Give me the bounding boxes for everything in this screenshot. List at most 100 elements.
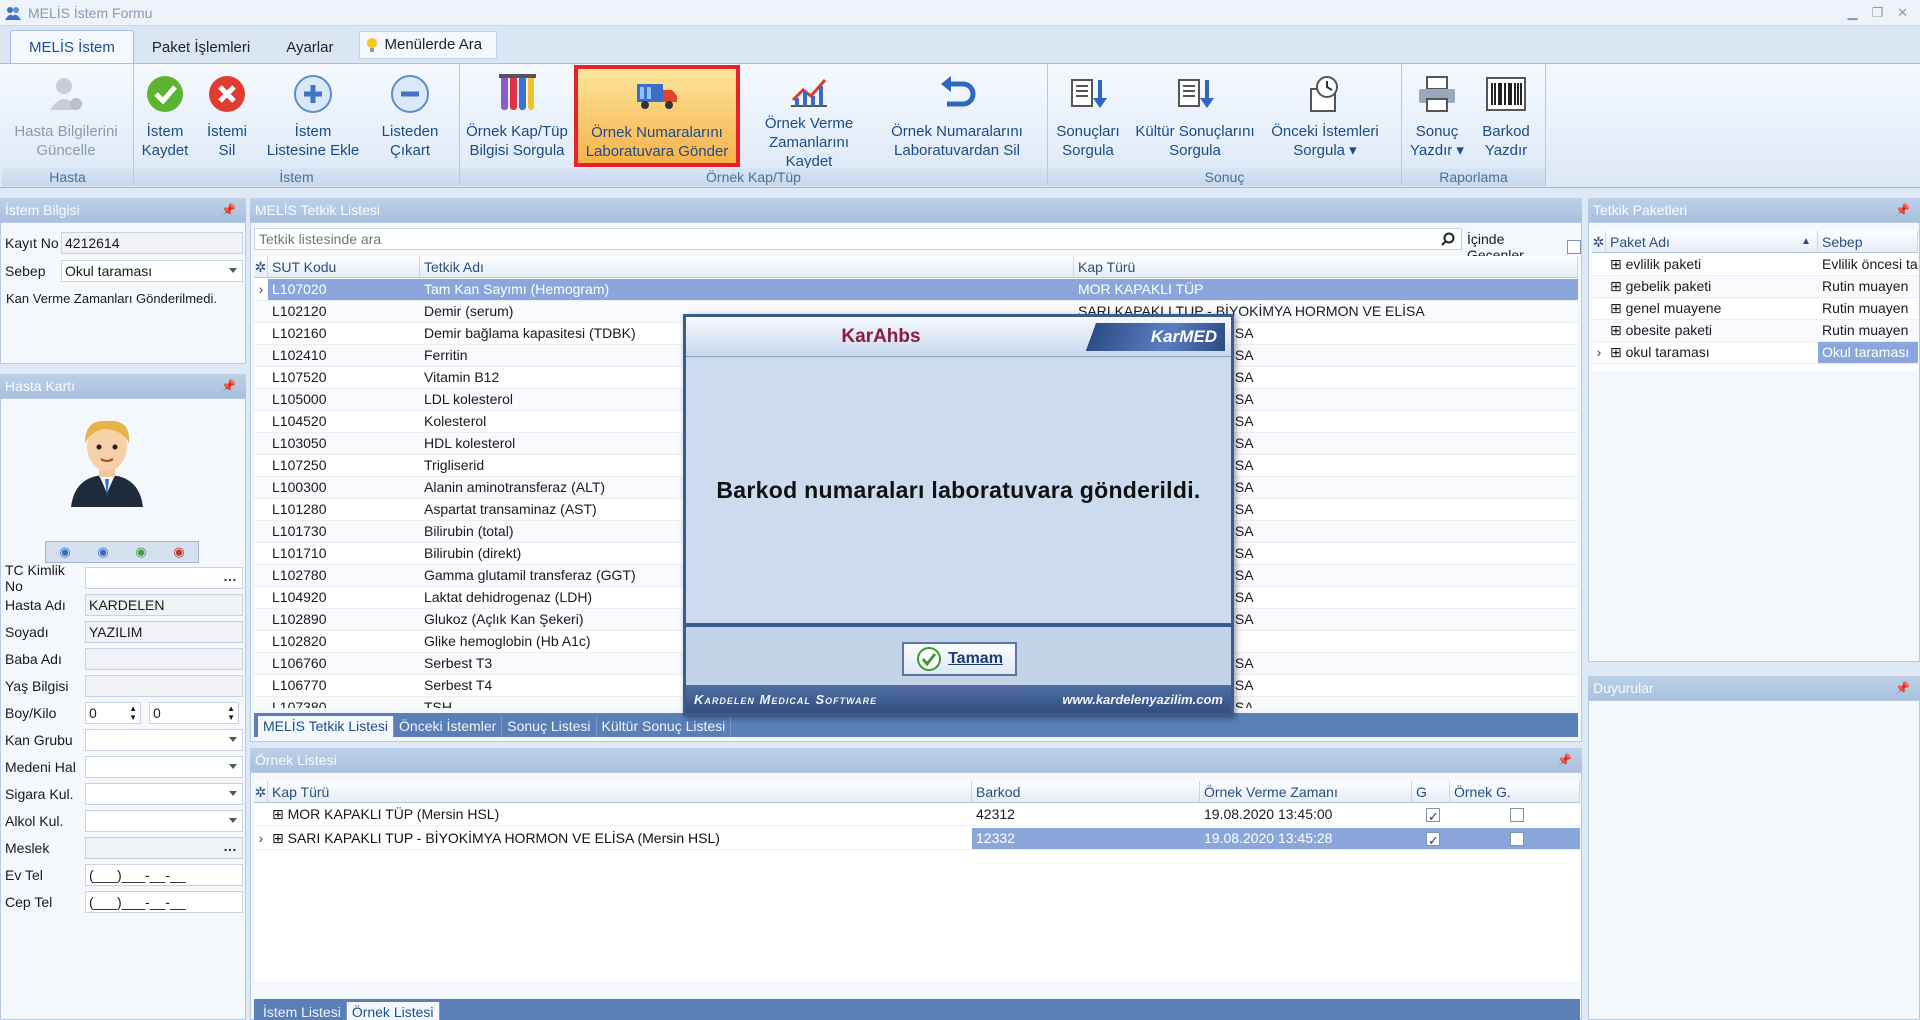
kan-grubu-label: Kan Grubu — [5, 732, 73, 748]
table-row[interactable]: › L107020 Tam Kan Sayımı (Hemogram) MOR KAP… — [254, 279, 1578, 301]
minimize-icon[interactable]: ▁ — [1847, 5, 1857, 21]
sonuclari-sorgula-button[interactable]: Sonuçları Sorgula — [1048, 68, 1128, 166]
soyadi-field[interactable]: YAZILIM — [85, 621, 243, 643]
list-item[interactable]: ⊞ genel muayene Rutin muayen — [1592, 298, 1918, 320]
col-ornek-verme-zamani[interactable]: Örnek Verme Zamanı — [1200, 781, 1412, 802]
tamam-button[interactable]: Tamam — [902, 642, 1017, 676]
alkol-select[interactable] — [85, 810, 243, 832]
sonuc-yazdir-button[interactable]: Sonuç Yazdır ▾ — [1402, 68, 1472, 166]
ornek-verme-zaman-button[interactable]: Örnek Verme Zamanlarını Kaydet — [740, 68, 878, 170]
ribbon-group-hasta: Hasta Bilgilerini Güncelle Hasta — [2, 64, 134, 186]
grid-settings-icon[interactable]: ✲ — [254, 781, 268, 802]
tab-onceki-istemler[interactable]: Önceki İstemler — [394, 716, 503, 737]
pin-icon[interactable]: 📌 — [221, 374, 236, 398]
kap-tup-sorgula-button[interactable]: Örnek Kap/Tüp Bilgisi Sorgula — [460, 68, 574, 166]
paket-grid: ✲ Paket Adı ▲ Sebep ⊞ evlilik paketi Evlil… — [1592, 231, 1918, 371]
istem-kaydet-button[interactable]: İstem Kaydet — [134, 68, 196, 166]
col-sebep[interactable]: Sebep — [1818, 231, 1918, 252]
col-kap-turu[interactable]: Kap Türü — [1074, 256, 1578, 277]
tetkik-search-input[interactable] — [255, 229, 1425, 249]
ribbon-group-ornek: Örnek Kap/Tüp Bilgisi Sorgula Örnek Numa… — [460, 64, 1048, 186]
sort-asc-icon: ▲ — [1801, 236, 1811, 247]
ellipsis-icon[interactable]: … — [223, 566, 238, 586]
remove-photo-icon[interactable]: ◉ — [173, 544, 184, 560]
list-item[interactable]: › ⊞ okul taraması Okul taraması — [1592, 342, 1918, 364]
list-item[interactable]: ⊞ gebelik paketi Rutin muayen — [1592, 276, 1918, 298]
meslek-field[interactable]: … — [85, 837, 243, 859]
tab-tetkik-listesi[interactable]: MELİS Tetkik Listesi — [258, 716, 395, 737]
search-icon[interactable] — [1441, 232, 1455, 246]
hasta-adi-field[interactable]: KARDELEN — [85, 594, 243, 616]
kayit-no-field[interactable]: 4212614 — [61, 232, 243, 254]
hasta-guncelle-button[interactable]: Hasta Bilgilerini Güncelle — [2, 68, 130, 166]
istem-bilgisi-header: İstem Bilgisi 📌 — [0, 198, 246, 222]
grid-settings-icon[interactable]: ✲ — [1592, 231, 1606, 252]
col-tetkik-adi[interactable]: Tetkik Adı — [420, 256, 1074, 277]
list-item[interactable]: ⊞ evlilik paketi Evlilik öncesi ta — [1592, 254, 1918, 276]
col-ornek-g[interactable]: Örnek G. — [1450, 781, 1580, 802]
col-sut-kodu[interactable]: SUT Kodu — [268, 256, 420, 277]
kan-grubu-select[interactable] — [85, 729, 243, 751]
expand-icon: ⊞ — [1610, 300, 1626, 316]
col-paket-adi[interactable]: Paket Adı ▲ — [1606, 231, 1818, 252]
laboratuvardan-sil-button[interactable]: Örnek Numaralarını Laboratuvardan Sil — [878, 68, 1036, 166]
table-row[interactable]: ⊞ MOR KAPAKLI TÜP (Mersin HSL) 42312 19.… — [254, 804, 1580, 826]
chevron-down-icon — [229, 737, 237, 742]
pin-icon[interactable]: 📌 — [1895, 198, 1910, 222]
tab-istem-listesi[interactable]: İstem Listesi — [258, 1002, 347, 1020]
expand-icon: ⊞ — [1610, 278, 1626, 294]
col-g[interactable]: G — [1412, 781, 1450, 802]
pin-icon[interactable]: 📌 — [221, 198, 236, 222]
g-checkbox[interactable] — [1426, 830, 1440, 849]
medeni-hal-select[interactable] — [85, 756, 243, 778]
g-checkbox[interactable] — [1426, 806, 1440, 825]
pin-icon[interactable]: 📌 — [1895, 676, 1910, 700]
boy-stepper[interactable]: 0 ▲ ▼ — [85, 702, 141, 724]
tab-kultur-sonuc-listesi[interactable]: Kültür Sonuç Listesi — [597, 716, 732, 737]
grid-settings-icon[interactable]: ✲ — [254, 256, 268, 277]
ornek-g-checkbox[interactable] — [1510, 808, 1524, 823]
chevron-down-icon — [229, 818, 237, 823]
plus-circle-icon — [294, 75, 332, 113]
meslek-label: Meslek — [5, 840, 50, 856]
tab-ayarlar[interactable]: Ayarlar — [268, 32, 351, 63]
sigara-select[interactable] — [85, 783, 243, 805]
tc-kimlik-field[interactable]: … — [85, 567, 243, 589]
icinde-gecenler-checkbox[interactable] — [1567, 240, 1581, 254]
ornek-grid: ✲ Kap Türü Barkod Örnek Verme Zamanı G Ö… — [254, 781, 1580, 981]
yas-field[interactable] — [85, 675, 243, 697]
expand-icon: ⊞ — [272, 830, 284, 846]
restore-icon[interactable]: ❐ — [1871, 5, 1883, 21]
ornek-g-checkbox[interactable] — [1510, 832, 1524, 847]
istemi-sil-button[interactable]: İstemi Sil — [196, 68, 258, 166]
tab-ornek-listesi[interactable]: Örnek Listesi — [346, 1002, 440, 1020]
tetkik-search-box[interactable] — [254, 228, 1462, 250]
laboratuvara-gonder-button[interactable]: Örnek Numaralarını Laboratuvara Gönder — [574, 65, 740, 167]
tab-melis-istem[interactable]: MELİS İstem — [10, 30, 134, 63]
ev-tel-field[interactable]: (___)___-__-__ — [85, 864, 243, 886]
tab-paket-islemleri[interactable]: Paket İşlemleri — [134, 32, 268, 63]
ellipsis-icon[interactable]: … — [223, 836, 238, 856]
camera-icon[interactable]: ◉ — [59, 544, 70, 560]
col-kap-turu[interactable]: Kap Türü — [268, 781, 972, 802]
sebep-select[interactable]: Okul taraması — [61, 260, 243, 282]
col-barkod[interactable]: Barkod — [972, 781, 1200, 802]
webcam-icon[interactable]: ◉ — [97, 544, 108, 560]
tab-sonuc-listesi[interactable]: Sonuç Listesi — [502, 716, 597, 737]
list-item[interactable]: ⊞ obesite paketi Rutin muayen — [1592, 320, 1918, 342]
close-icon[interactable]: ✕ — [1897, 5, 1908, 21]
refresh-icon[interactable]: ◉ — [135, 544, 146, 560]
onceki-istemleri-sorgula-button[interactable]: Önceki İstemleri Sorgula ▾ — [1262, 68, 1388, 166]
cep-tel-field[interactable]: (___)___-__-__ — [85, 891, 243, 913]
kultur-sorgula-button[interactable]: Kültür Sonuçlarını Sorgula — [1128, 68, 1262, 166]
table-row[interactable]: › ⊞ SARI KAPAKLI TUP - BİYOKİMYA HORMON … — [254, 828, 1580, 850]
istem-listesine-ekle-button[interactable]: İstem Listesine Ekle — [258, 68, 368, 166]
baba-adi-field[interactable] — [85, 648, 243, 670]
kilo-stepper[interactable]: 0 ▲ ▼ — [149, 702, 239, 724]
listeden-cikart-button[interactable]: Listeden Çıkart — [368, 68, 452, 166]
chevron-down-icon — [229, 791, 237, 796]
barkod-yazdir-button[interactable]: Barkod Yazdır — [1472, 68, 1540, 166]
menu-search-button[interactable]: Menülerde Ara — [359, 31, 498, 59]
karmed-logo: KarMED — [1077, 323, 1225, 351]
pin-icon[interactable]: 📌 — [1557, 748, 1572, 772]
